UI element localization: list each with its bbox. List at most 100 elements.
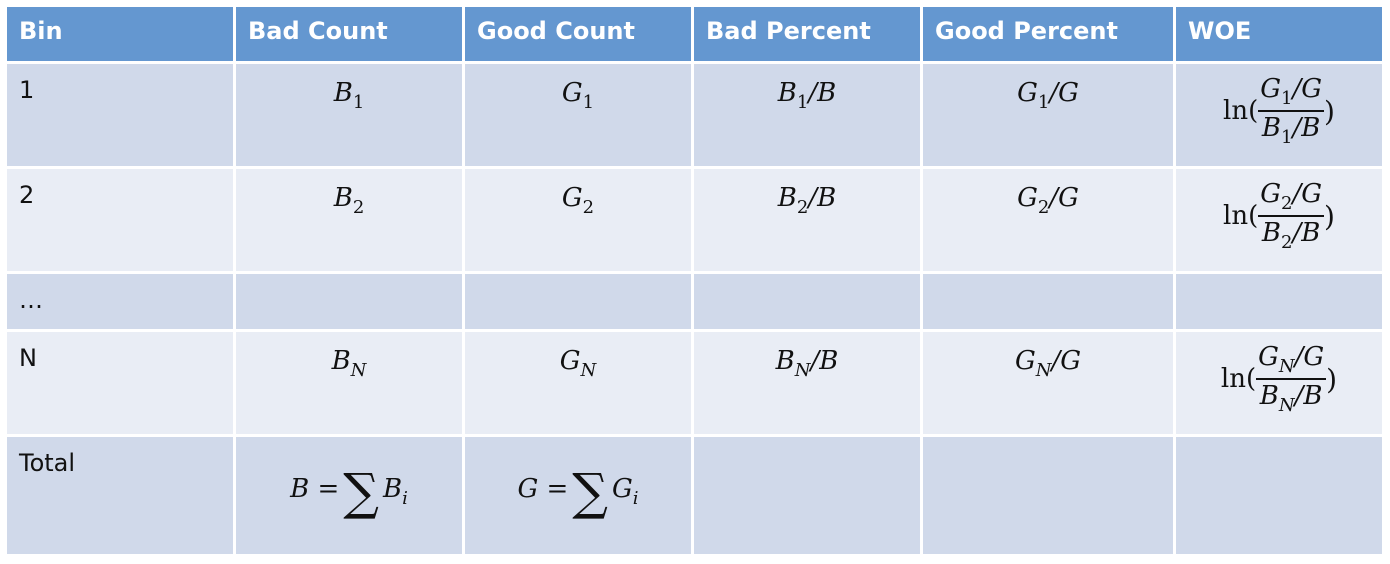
subscript: i — [632, 488, 639, 509]
good-count-formula: G1 — [561, 78, 594, 113]
empty-cell — [233, 271, 465, 332]
subscript: 1 — [1281, 127, 1293, 148]
bad-count-formula: B2 — [333, 183, 365, 218]
total-label: Total — [19, 449, 76, 477]
close-paren: ) — [1326, 362, 1338, 396]
subscript: N — [1278, 356, 1295, 377]
variable: G — [1017, 78, 1038, 108]
divisor: /B — [810, 346, 839, 376]
good-percent-cell: GN/G — [920, 329, 1176, 437]
divisor: /G — [1292, 179, 1323, 209]
denominator: BN/B — [1259, 381, 1323, 416]
divisor: /B — [808, 78, 837, 108]
variable: G — [561, 78, 583, 108]
good-count-formula: G2 — [561, 183, 594, 218]
variable: B — [1261, 113, 1282, 143]
lhs: G — [517, 474, 539, 504]
denominator: B2/B — [1262, 218, 1320, 253]
denominator: B1/B — [1261, 113, 1321, 148]
subscript: N — [794, 360, 811, 381]
good-percent-formula: G2/G — [1017, 183, 1079, 218]
variable: B — [777, 78, 797, 108]
subscript: 2 — [1037, 197, 1050, 218]
subscript: 2 — [1281, 193, 1293, 214]
good-count-formula: GN — [559, 346, 597, 381]
divisor: /G — [1292, 74, 1323, 104]
column-header: WOE — [1173, 4, 1385, 64]
variable: G — [561, 183, 583, 213]
column-header: Bad Count — [233, 4, 465, 64]
column-header: Good Percent — [920, 4, 1176, 64]
sigma-symbol: ∑ — [572, 463, 608, 521]
bad-count-formula: B1 — [334, 78, 365, 113]
woe-table: Bin Bad Count Good Count Bad Percent Good Pe… — [4, 4, 1385, 557]
good-percent-cell: G1/G — [920, 61, 1176, 169]
bad-count-cell: B1 — [233, 61, 465, 169]
divisor: /G — [1051, 346, 1082, 376]
variable: G — [1258, 342, 1279, 372]
bin-cell: 1 — [4, 61, 236, 169]
subscript: N — [1035, 360, 1052, 381]
table-row: N BN GN BN/B GN/G ln(GN/G BN/B) — [4, 329, 1385, 437]
empty-cell — [1173, 271, 1385, 332]
bin-cell: Total — [4, 434, 236, 557]
empty-cell — [691, 434, 923, 557]
numerator: G1/G — [1260, 74, 1323, 109]
subscript: 2 — [1281, 232, 1293, 253]
subscript: 1 — [1037, 92, 1050, 113]
subscript: i — [402, 488, 408, 509]
good-count-cell: G2 — [462, 166, 694, 274]
total-row: Total B =∑ Bi G =∑ Gi — [4, 434, 1385, 557]
fraction: G1/G B1/B — [1258, 74, 1325, 148]
empty-cell — [462, 271, 694, 332]
divisor: /G — [1049, 78, 1079, 108]
bad-total-cell: B =∑ Bi — [233, 434, 465, 557]
subscript: 2 — [352, 197, 365, 218]
variable: G — [1260, 74, 1282, 104]
ln-function: ln( — [1220, 364, 1257, 394]
divisor: /B — [1292, 113, 1321, 143]
divisor: /B — [808, 183, 837, 213]
bin-label: 2 — [19, 181, 35, 209]
good-total-formula: G =∑ Gi — [517, 463, 638, 521]
ln-function: ln( — [1223, 96, 1259, 126]
variable: B — [383, 474, 403, 504]
bad-percent-cell: B2/B — [691, 166, 923, 274]
subscript: 1 — [582, 92, 595, 113]
bin-label: 1 — [19, 76, 35, 104]
good-percent-cell: G2/G — [920, 166, 1176, 274]
divisor: /B — [1294, 381, 1323, 411]
subscript: 1 — [352, 92, 365, 113]
subscript: 1 — [1281, 88, 1293, 109]
variable: G — [612, 474, 633, 504]
equals: = — [317, 474, 340, 504]
divisor: /G — [1049, 183, 1079, 213]
ln-function: ln( — [1223, 201, 1259, 231]
header-row: Bin Bad Count Good Count Bad Percent Good Pe… — [4, 4, 1385, 64]
fraction: G2/G B2/B — [1258, 179, 1325, 253]
subscript: 2 — [582, 197, 595, 218]
woe-cell: ln(G1/G B1/B) — [1173, 61, 1385, 169]
woe-cell: ln(GN/G BN/B) — [1173, 329, 1385, 437]
table-row: 2 B2 G2 B2/B G2/G ln(G2/G B2/B) — [4, 166, 1385, 274]
subscript: 1 — [796, 92, 809, 113]
variable: B — [777, 183, 797, 213]
woe-formula: ln(G1/G B1/B) — [1223, 74, 1335, 148]
equals: = — [546, 474, 569, 504]
variable: B — [1259, 381, 1279, 411]
variable: G — [1017, 183, 1038, 213]
bin-cell: 2 — [4, 166, 236, 274]
bad-percent-formula: B1/B — [777, 78, 837, 113]
variable: G — [1014, 346, 1036, 376]
subscript: N — [580, 360, 597, 381]
variable: G — [559, 346, 581, 376]
bad-percent-formula: B2/B — [777, 183, 837, 218]
table-row: … — [4, 271, 1385, 332]
close-paren: ) — [1324, 94, 1335, 128]
bad-percent-cell: BN/B — [691, 329, 923, 437]
good-total-cell: G =∑ Gi — [462, 434, 694, 557]
variable: B — [333, 183, 353, 213]
bin-label: N — [19, 344, 37, 372]
variable: B — [331, 346, 351, 376]
fraction: GN/G BN/B — [1256, 342, 1327, 416]
